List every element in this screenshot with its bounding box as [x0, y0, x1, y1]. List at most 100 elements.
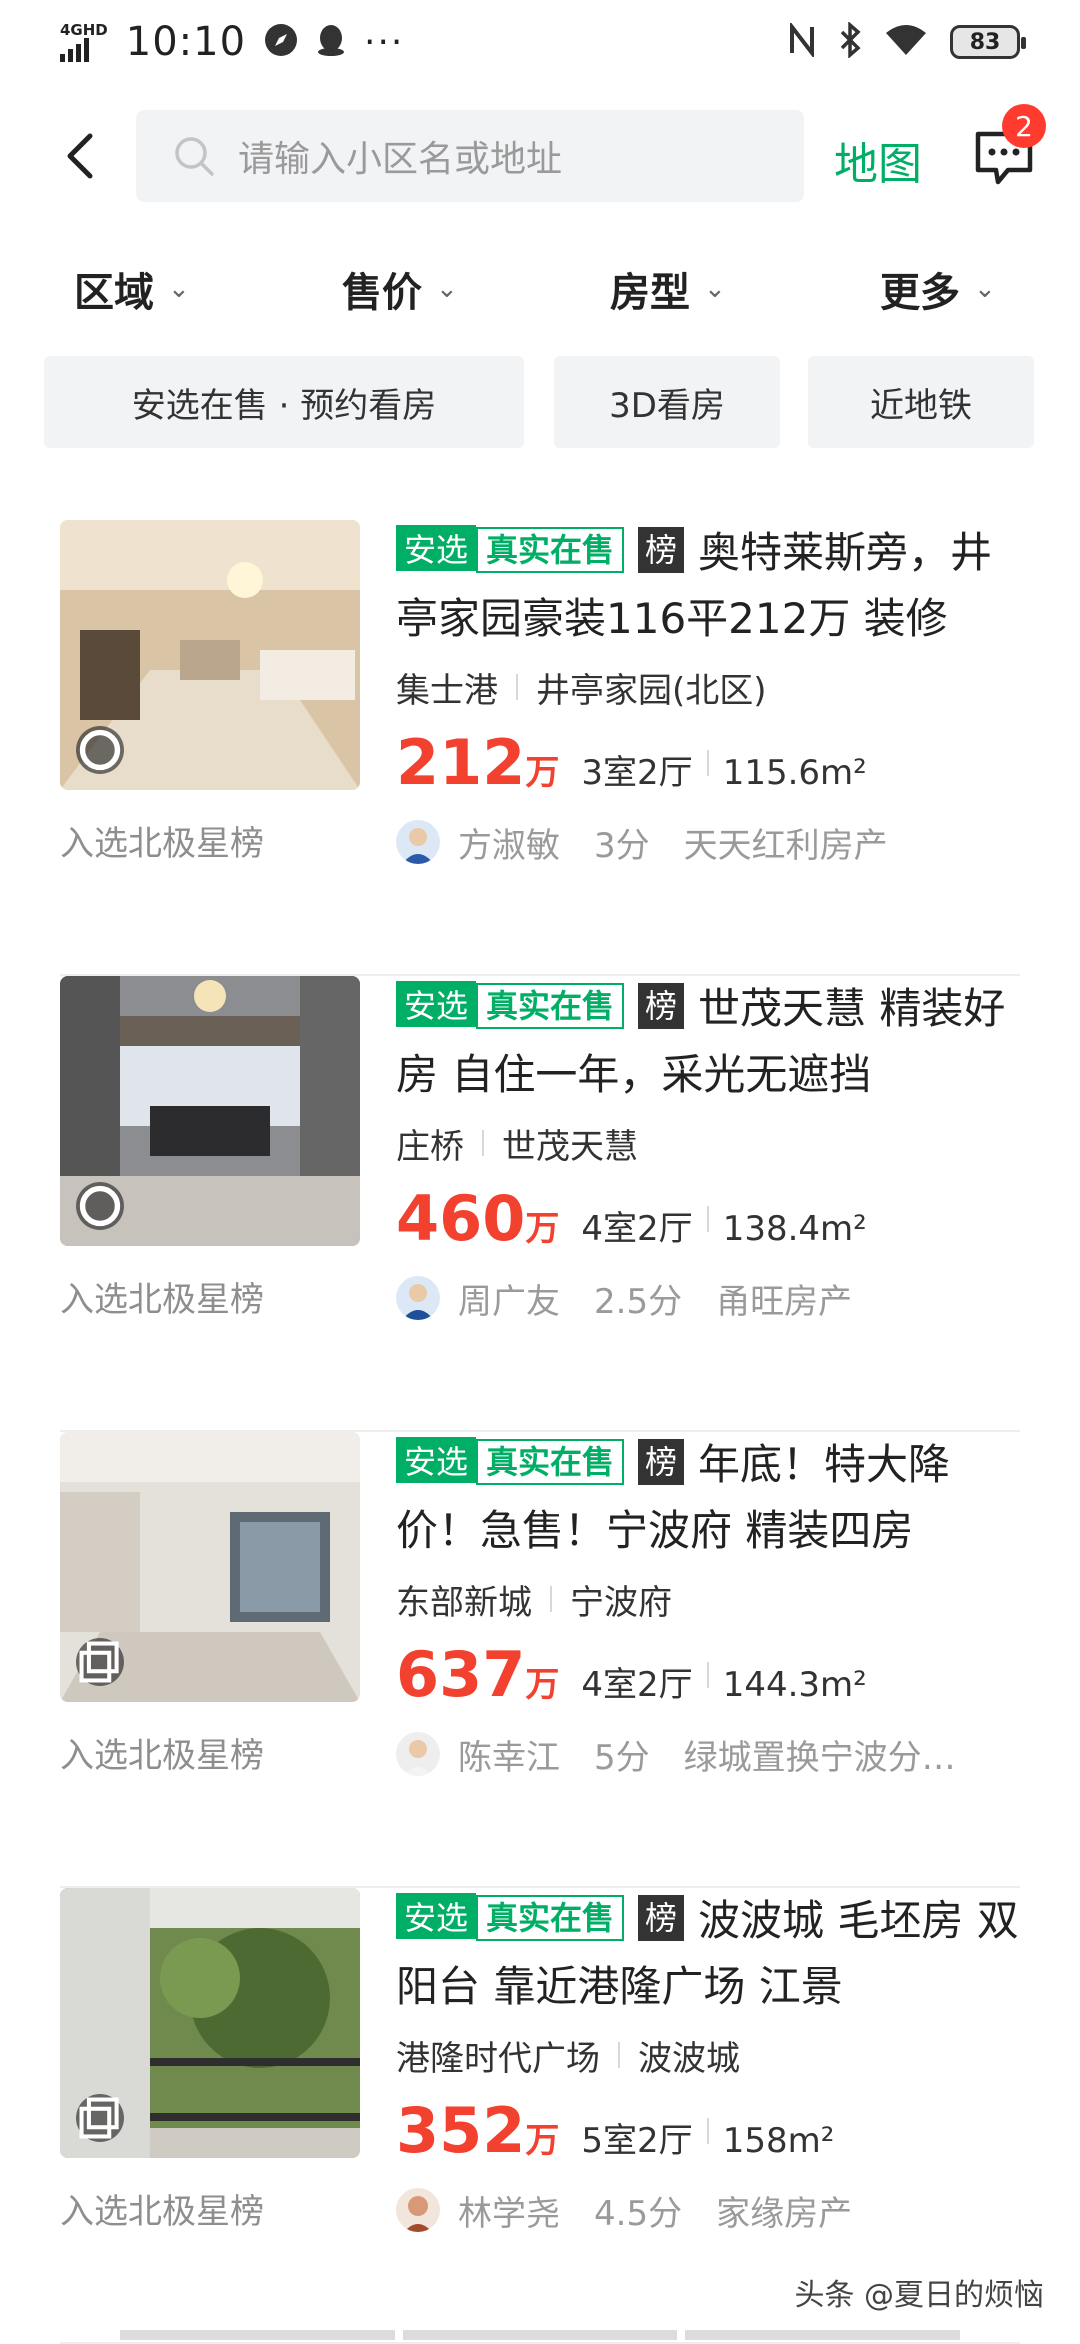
rank-caption: 入选北极星榜	[60, 824, 264, 864]
listing-price-row: 637 万 4室2厅 144.3m²	[396, 1638, 1026, 1712]
listing-info: 安选 真实在售榜年底！特大降价！急售！宁波府 精装四房 东部新城 宁波府 637 …	[396, 1432, 1026, 1782]
listing-district: 东部新城	[396, 1582, 532, 1623]
agent-company: 甬旺房产	[716, 1281, 853, 1322]
listing-layout: 5室2厅	[581, 2121, 693, 2161]
signal-icon	[60, 38, 89, 62]
rank-caption: 入选北极星榜	[60, 2192, 264, 2232]
tag-rank: 榜	[638, 1439, 685, 1485]
filter-price[interactable]: 售价 ⌄	[342, 260, 458, 318]
listing-price: 212	[396, 726, 526, 799]
listing-photo[interactable]	[60, 1432, 360, 1702]
agent-name: 陈幸江	[458, 1737, 560, 1778]
more-notifications-icon: ···	[364, 21, 405, 63]
filter-region[interactable]: 区域 ⌄	[74, 260, 190, 318]
clock: 10:10	[125, 19, 247, 65]
listing-community: 世茂天慧	[502, 1126, 638, 1167]
listing-district: 港隆时代广场	[396, 2038, 600, 2079]
map-button[interactable]: 地图	[834, 128, 922, 192]
watermark: 头条 @夏日的烦恼	[794, 2278, 1044, 2313]
listing-area: 158m²	[722, 2121, 835, 2161]
listing-area: 138.4m²	[722, 1209, 867, 1249]
listing-photo[interactable]	[60, 1888, 360, 2158]
agent-score: 5分	[594, 1737, 650, 1778]
listing-price-unit: 万	[525, 2121, 560, 2161]
filter-layout[interactable]: 房型 ⌄	[610, 260, 726, 318]
listing-price-unit: 万	[525, 1209, 560, 1249]
listing-location: 港隆时代广场 波波城	[396, 2030, 1026, 2080]
tag-rank: 榜	[638, 1895, 685, 1941]
listing-price-row: 352 万 5室2厅 158m²	[396, 2094, 1026, 2168]
bluetooth-icon	[838, 21, 862, 62]
listing-layout: 3室2厅	[581, 753, 693, 793]
chip-near-subway[interactable]: 近地铁	[808, 356, 1034, 448]
listing-card[interactable]: 入选北极星榜 安选 真实在售榜年底！特大降价！急售！宁波府 精装四房 东部新城 宁…	[0, 1432, 1080, 1888]
listing-price-row: 212 万 3室2厅 115.6m²	[396, 726, 1026, 800]
agent-avatar	[396, 1732, 440, 1776]
tag-anxuan: 安选	[396, 981, 477, 1027]
agent-row[interactable]: 方淑敏 3分 天天红利房产	[396, 814, 1026, 870]
listing-price-row: 460 万 4室2厅 138.4m²	[396, 1182, 1026, 1256]
listing-price-unit: 万	[525, 1665, 560, 1705]
listing-community: 宁波府	[570, 1582, 672, 1623]
compass-icon	[264, 23, 298, 61]
listing-title: 安选 真实在售榜年底！特大降价！急售！宁波府 精装四房	[396, 1432, 1026, 1564]
tag-anxuan: 安选	[396, 1893, 477, 1939]
divider	[482, 1130, 484, 1156]
listing-price: 460	[396, 1182, 526, 1255]
listing-card[interactable]: 入选北极星榜 安选 真实在售榜世茂天慧 精装好房 自住一年，采光无遮挡 庄桥 世茂…	[0, 976, 1080, 1432]
divider	[706, 1206, 709, 1232]
tag-real-on-sale: 真实在售	[476, 1439, 625, 1485]
agent-avatar	[396, 1276, 440, 1320]
listing-community: 波波城	[638, 2038, 740, 2079]
chevron-down-icon: ⌄	[974, 274, 996, 304]
search-placeholder: 请输入小区名或地址	[238, 139, 563, 180]
agent-avatar	[396, 820, 440, 864]
network-indicator: 4GHD	[60, 22, 108, 62]
listing-layout: 4室2厅	[581, 1209, 693, 1249]
listing-photo[interactable]	[60, 520, 360, 790]
listing-card[interactable]: 入选北极星榜 安选 真实在售榜奥特莱斯旁，井亭家园豪装116平212万 装修 集士…	[0, 520, 1080, 976]
filter-more[interactable]: 更多 ⌄	[880, 260, 996, 318]
chevron-down-icon: ⌄	[436, 274, 458, 304]
message-count-badge: 2	[1002, 104, 1046, 148]
listing-location: 东部新城 宁波府	[396, 1574, 1026, 1624]
agent-row[interactable]: 林学尧 4.5分 家缘房产	[396, 2182, 1026, 2238]
tag-real-on-sale: 真实在售	[476, 527, 625, 573]
search-input[interactable]: 请输入小区名或地址	[136, 110, 804, 202]
tag-anxuan: 安选	[396, 525, 477, 571]
battery-indicator: 83	[950, 25, 1026, 59]
chevron-down-icon: ⌄	[704, 274, 726, 304]
agent-row[interactable]: 陈幸江 5分 绿城置换宁波分公司	[396, 1726, 1026, 1782]
filter-label: 售价	[342, 270, 422, 316]
listing-district: 庄桥	[396, 1126, 464, 1167]
search-header: 请输入小区名或地址 地图	[0, 110, 1080, 202]
tag-anxuan: 安选	[396, 1437, 477, 1483]
rank-caption: 入选北极星榜	[60, 1736, 264, 1776]
agent-company: 天天红利房产	[683, 825, 888, 866]
chip-anxuan-booking[interactable]: 安选在售 · 预约看房	[44, 356, 524, 448]
back-icon[interactable]	[56, 130, 104, 182]
quick-tag-bar: 安选在售 · 预约看房 3D看房 近地铁	[0, 356, 1080, 448]
3d-badge-icon	[76, 2094, 124, 2142]
battery-level: 83	[969, 29, 1001, 55]
agent-name: 周广友	[458, 1281, 560, 1322]
listing-info: 安选 真实在售榜世茂天慧 精装好房 自住一年，采光无遮挡 庄桥 世茂天慧 460 …	[396, 976, 1026, 1326]
search-icon	[172, 134, 216, 178]
agent-company: 家缘房产	[716, 2193, 853, 2234]
filter-bar: 区域 ⌄ 售价 ⌄ 房型 ⌄ 更多 ⌄	[0, 260, 1080, 330]
chip-3d-tour[interactable]: 3D看房	[554, 356, 780, 448]
agent-score: 3分	[594, 825, 650, 866]
agent-row[interactable]: 周广友 2.5分 甬旺房产	[396, 1270, 1026, 1326]
divider	[706, 1662, 709, 1688]
listing-title: 安选 真实在售榜世茂天慧 精装好房 自住一年，采光无遮挡	[396, 976, 1026, 1108]
listing-area: 115.6m²	[722, 753, 867, 793]
tag-real-on-sale: 真实在售	[476, 1895, 625, 1941]
wifi-icon	[884, 23, 928, 61]
listing-photo[interactable]	[60, 976, 360, 1246]
listing-title: 安选 真实在售榜波波城 毛坯房 双阳台 靠近港隆广场 江景	[396, 1888, 1026, 2020]
listing-info: 安选 真实在售榜波波城 毛坯房 双阳台 靠近港隆广场 江景 港隆时代广场 波波城 …	[396, 1888, 1026, 2238]
listing-price: 637	[396, 1638, 526, 1711]
divider	[550, 1586, 552, 1612]
status-bar: 4GHD 10:10 ··· 83	[0, 0, 1080, 84]
agent-avatar	[396, 2188, 440, 2232]
